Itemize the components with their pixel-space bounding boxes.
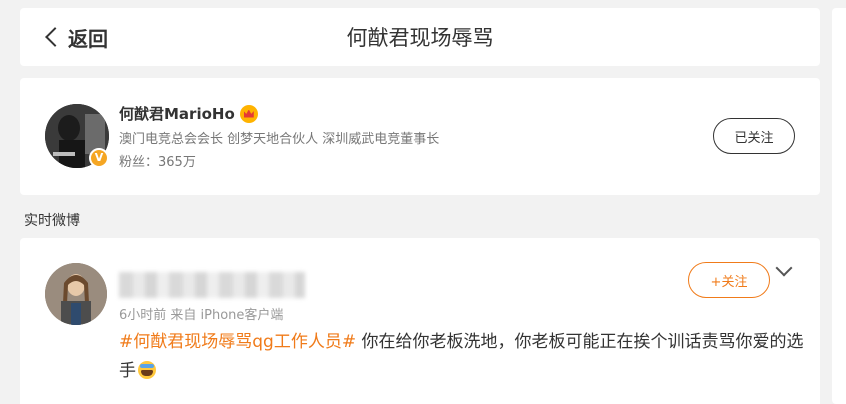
user-avatar[interactable] <box>45 263 107 325</box>
verified-badge-icon: V <box>89 148 109 168</box>
crown-icon <box>239 104 258 123</box>
chevron-down-icon[interactable] <box>775 259 793 277</box>
fans-count: 粉丝：365万 <box>119 155 196 170</box>
post-text: #何猷君现场辱骂qg工作人员# 你在给你老板洗地，你老板可能正在挨个训话责骂你爱… <box>119 328 809 386</box>
follow-button[interactable]: +关注 <box>688 262 770 298</box>
section-label-realtime: 实时微博 <box>24 213 80 229</box>
blurred-username <box>119 272 305 298</box>
right-panel-edge <box>832 8 846 404</box>
profile-card: V 何猷君MarioHo 澳门电竞总会会长 创梦天地合伙人 深圳威武电竞董事长 … <box>20 78 820 195</box>
profile-description: 澳门电竞总会会长 创梦天地合伙人 深圳威武电竞董事长 <box>119 132 440 147</box>
scream-emoji-icon <box>138 361 156 379</box>
page-title: 何猷君现场辱骂 <box>346 26 494 50</box>
profile-name-row[interactable]: 何猷君MarioHo <box>119 103 258 124</box>
hashtag-link[interactable]: #何猷君现场辱骂qg工作人员# <box>119 332 356 352</box>
user-avatar-image <box>45 263 107 325</box>
post-meta: 6小时前 来自 iPhone客户端 <box>119 308 284 323</box>
profile-name[interactable]: 何猷君MarioHo <box>119 103 235 124</box>
post-card: 6小时前 来自 iPhone客户端 +关注 #何猷君现场辱骂qg工作人员# 你在… <box>20 238 820 404</box>
followed-button[interactable]: 已关注 <box>713 118 795 154</box>
top-bar: 返回 何猷君现场辱骂 <box>20 8 820 66</box>
